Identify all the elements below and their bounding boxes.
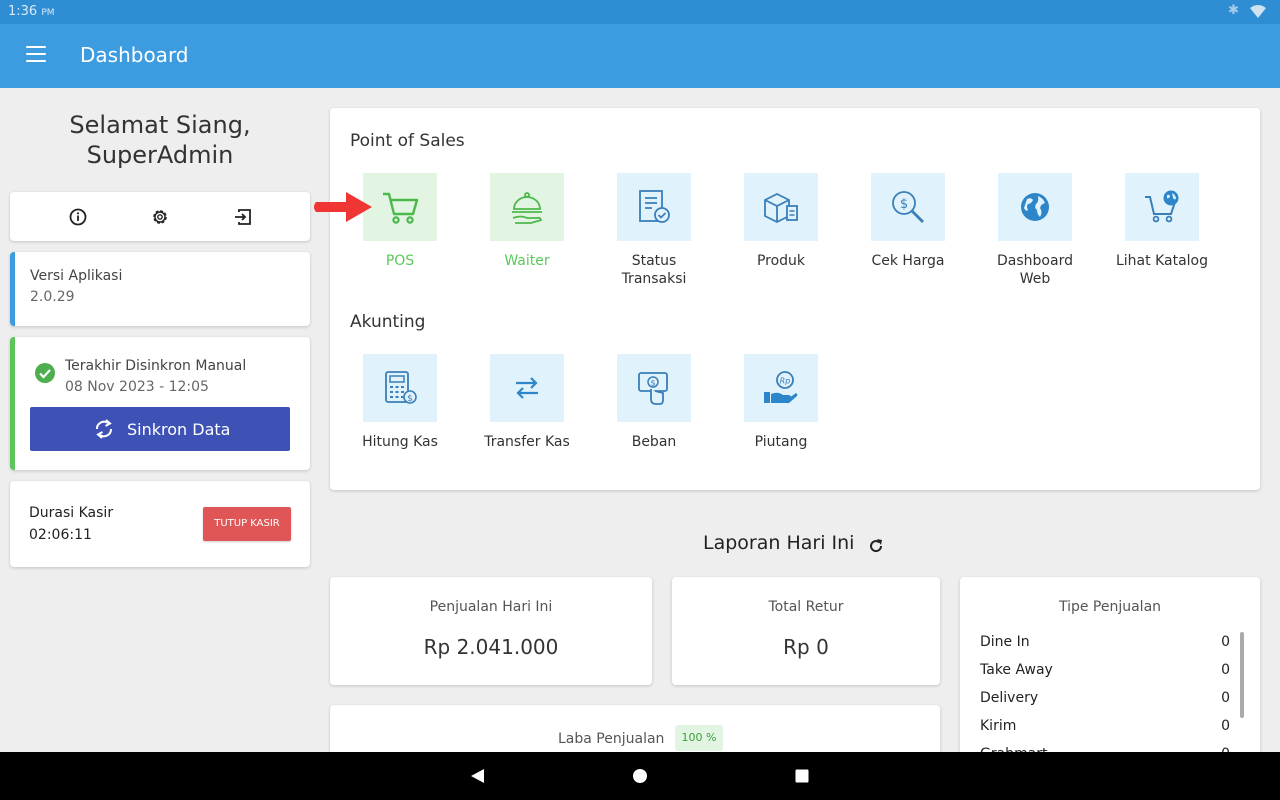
profit-label: Laba Penjualan xyxy=(558,731,665,747)
sync-button-label: Sinkron Data xyxy=(127,420,231,439)
invoice-check-icon xyxy=(639,190,670,223)
pointer-arrow-icon xyxy=(314,192,372,222)
status-bar: 1:36 PM ✱ xyxy=(0,0,1280,24)
close-cashier-button[interactable]: TUTUP KASIR xyxy=(203,507,291,541)
tile-beban-label: Beban xyxy=(631,434,677,450)
profit-badge: 100 % xyxy=(675,725,723,751)
home-icon[interactable] xyxy=(632,768,648,784)
svg-text:$: $ xyxy=(650,379,655,388)
info-icon[interactable] xyxy=(67,206,89,228)
back-icon[interactable] xyxy=(469,768,485,784)
total-return-value: Rp 0 xyxy=(783,635,829,659)
tile-piutang-label: Piutang xyxy=(754,434,808,450)
tile-hitung-kas[interactable]: $ Hitung Kas xyxy=(340,354,460,451)
sales-today-value: Rp 2.041.000 xyxy=(423,635,559,659)
cart-icon xyxy=(383,192,419,224)
greeting-line: Selamat Siang, xyxy=(69,111,251,139)
page-title: Dashboard xyxy=(80,43,189,67)
price-search-icon: $ xyxy=(892,191,924,223)
cashier-duration-value: 02:06:11 xyxy=(29,527,92,543)
sales-type-card: Tipe Penjualan Dine In 0 Take Away 0 Deliv… xyxy=(960,577,1260,777)
tile-produk[interactable]: Produk xyxy=(721,173,841,270)
total-return-card: Total Retur Rp 0 xyxy=(672,577,940,685)
tile-cek-harga[interactable]: $ Cek Harga xyxy=(848,173,968,270)
recents-icon[interactable] xyxy=(794,768,810,784)
menu-card: Point of Sales POS Waiter Status Transak… xyxy=(330,108,1260,490)
app-bar: Dashboard xyxy=(0,24,1280,88)
tile-dashboard-web[interactable]: Dashboard Web xyxy=(975,173,1095,288)
version-label: Versi Aplikasi xyxy=(30,268,123,284)
svg-text:$: $ xyxy=(407,394,413,404)
tile-waiter-label: Waiter xyxy=(504,253,550,269)
sync-time: 08 Nov 2023 - 12:05 xyxy=(65,379,209,395)
app-version-card: Versi Aplikasi 2.0.29 xyxy=(10,252,310,326)
wifi-icon xyxy=(1250,5,1266,18)
tile-beban[interactable]: $ Beban xyxy=(594,354,714,451)
receivable-icon: Rp xyxy=(764,371,798,403)
tile-cek-harga-label: Cek Harga xyxy=(871,253,945,269)
tile-waiter[interactable]: Waiter xyxy=(467,173,587,270)
cloche-icon xyxy=(512,192,543,224)
quick-actions xyxy=(10,192,310,241)
version-value: 2.0.29 xyxy=(30,289,75,305)
system-nav-bar xyxy=(0,752,1280,800)
svg-text:$: $ xyxy=(900,197,908,212)
list-item: Take Away 0 xyxy=(980,662,1230,678)
akunting-section-title: Akunting xyxy=(350,312,426,332)
globe-icon xyxy=(1021,193,1049,221)
list-item: Dine In 0 xyxy=(980,634,1230,650)
tile-dashboard-web-label: Dashboard Web xyxy=(997,253,1073,287)
box-icon xyxy=(764,192,798,224)
tile-piutang[interactable]: Rp Piutang xyxy=(721,354,841,451)
cashier-duration-card: Durasi Kasir 02:06:11 TUTUP KASIR xyxy=(10,481,310,567)
tile-transfer-kas-label: Transfer Kas xyxy=(484,434,570,450)
list-item: Kirim 0 xyxy=(980,718,1230,734)
cashier-duration-label: Durasi Kasir xyxy=(29,505,114,521)
sync-label: Terakhir Disinkron Manual xyxy=(65,358,247,374)
tile-status-transaksi[interactable]: Status Transaksi xyxy=(594,173,714,288)
transfer-icon xyxy=(516,377,538,399)
pos-section-title: Point of Sales xyxy=(350,131,465,151)
tile-transfer-kas[interactable]: Transfer Kas xyxy=(467,354,587,451)
pay-icon: $ xyxy=(638,372,668,405)
settings-gear-icon[interactable] xyxy=(149,206,171,228)
sync-card: Terakhir Disinkron Manual 08 Nov 2023 - … xyxy=(10,337,310,470)
tile-lihat-katalog-label: Lihat Katalog xyxy=(1115,253,1208,269)
tile-produk-label: Produk xyxy=(756,253,806,269)
tile-status-transaksi-label: Status Transaksi xyxy=(621,253,687,287)
scrollbar[interactable] xyxy=(1240,632,1244,718)
tile-pos-label: POS xyxy=(385,253,415,269)
sales-type-label: Tipe Penjualan xyxy=(1058,599,1162,615)
report-title: Laporan Hari Ini xyxy=(703,532,855,554)
calculator-icon: $ xyxy=(385,371,417,404)
tile-hitung-kas-label: Hitung Kas xyxy=(362,434,438,450)
cart-globe-icon xyxy=(1145,190,1179,223)
svg-text:Rp: Rp xyxy=(780,377,791,386)
check-circle-icon xyxy=(35,363,55,383)
sales-today-card: Penjualan Hari Ini Rp 2.041.000 xyxy=(330,577,652,685)
hamburger-menu-icon[interactable] xyxy=(26,46,46,66)
sync-icon xyxy=(96,419,112,439)
status-time: 1:36 PM xyxy=(8,4,55,19)
user-name: SuperAdmin xyxy=(86,141,234,169)
sync-data-button[interactable]: Sinkron Data xyxy=(30,407,290,451)
list-item: Delivery 0 xyxy=(980,690,1230,706)
total-return-label: Total Retur xyxy=(768,599,844,615)
sales-today-label: Penjualan Hari Ini xyxy=(429,599,553,615)
tile-lihat-katalog[interactable]: Lihat Katalog xyxy=(1102,173,1222,270)
logout-icon[interactable] xyxy=(232,206,254,228)
bluetooth-icon: ✱ xyxy=(1228,3,1239,18)
greeting: Selamat Siang, SuperAdmin xyxy=(10,110,310,170)
refresh-icon[interactable] xyxy=(867,537,885,555)
